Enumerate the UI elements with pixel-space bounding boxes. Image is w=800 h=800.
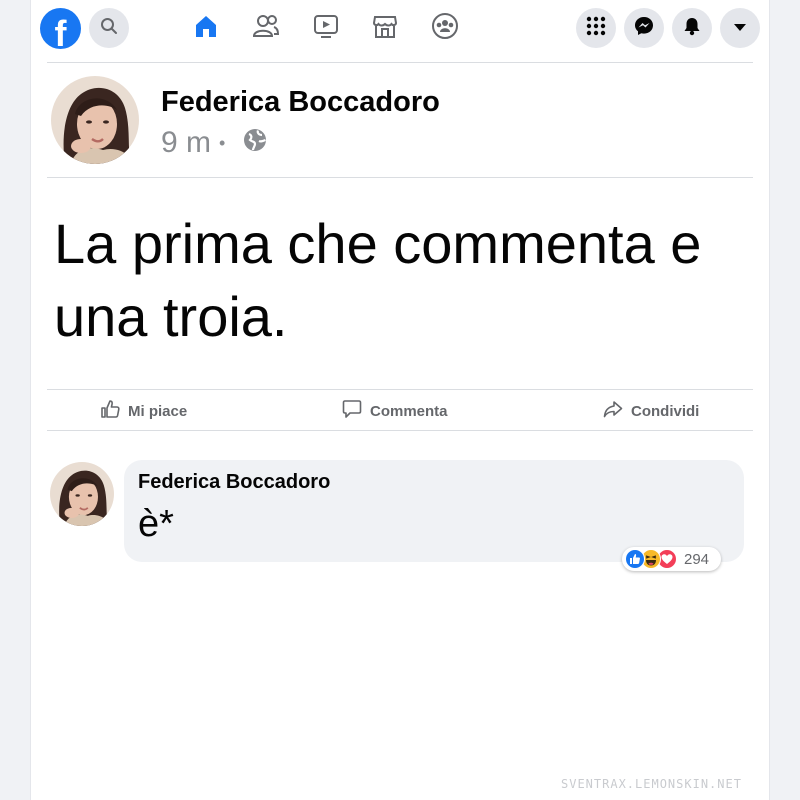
marketplace-icon	[372, 13, 398, 44]
notifications-icon	[683, 16, 701, 41]
menu-button[interactable]	[576, 8, 616, 48]
nav-watch[interactable]	[311, 12, 341, 44]
groups-icon	[431, 12, 459, 45]
like-icon	[100, 399, 128, 423]
share-button[interactable]: Condividi	[603, 398, 699, 424]
globe-icon	[243, 126, 267, 160]
like-label: Mi piace	[128, 402, 188, 420]
share-icon	[603, 399, 631, 423]
home-icon	[193, 13, 219, 44]
comment-text: è*	[138, 503, 174, 545]
author-avatar[interactable]	[51, 76, 139, 164]
nav-home[interactable]	[191, 12, 221, 44]
account-button[interactable]	[720, 8, 760, 48]
post-meta: 9 m •	[161, 126, 267, 160]
post-timestamp[interactable]: 9 m	[161, 126, 211, 160]
reaction-count: 294	[684, 550, 710, 568]
messenger-icon	[634, 16, 654, 41]
notifications-button[interactable]	[672, 8, 712, 48]
messenger-button[interactable]	[624, 8, 664, 48]
menu-grid-icon	[586, 16, 606, 41]
watermark: SVENTRAX.LEMONSKIN.NET	[561, 777, 742, 791]
watch-icon	[313, 13, 339, 44]
search-icon	[100, 17, 118, 40]
comment-reactions[interactable]: 294	[622, 547, 721, 571]
nav-groups[interactable]	[430, 12, 460, 44]
nav-divider	[47, 62, 753, 63]
account-dropdown-icon	[733, 19, 747, 37]
like-button[interactable]: Mi piace	[100, 398, 187, 424]
post-text: La prima che commenta e una troia.	[54, 212, 702, 348]
header-divider	[47, 177, 753, 178]
comment-avatar[interactable]	[50, 462, 114, 526]
nav-friends[interactable]	[251, 12, 281, 44]
top-navigation: f	[0, 0, 800, 58]
meta-separator: •	[219, 132, 226, 153]
comment-button[interactable]: Commenta	[342, 398, 448, 424]
actions-top-divider	[47, 389, 753, 390]
post-author-name[interactable]: Federica Boccadoro	[161, 86, 440, 119]
friends-icon	[252, 13, 280, 44]
share-label: Condividi	[631, 402, 700, 420]
comment-icon	[342, 399, 370, 423]
comment-author-name[interactable]: Federica Boccadoro	[138, 471, 330, 494]
facebook-logo[interactable]: f	[40, 8, 81, 49]
search-button[interactable]	[89, 8, 129, 48]
like-reaction-icon	[625, 549, 645, 569]
comment-label: Commenta	[370, 402, 448, 420]
nav-marketplace[interactable]	[370, 12, 400, 44]
actions-bottom-divider	[47, 430, 753, 431]
